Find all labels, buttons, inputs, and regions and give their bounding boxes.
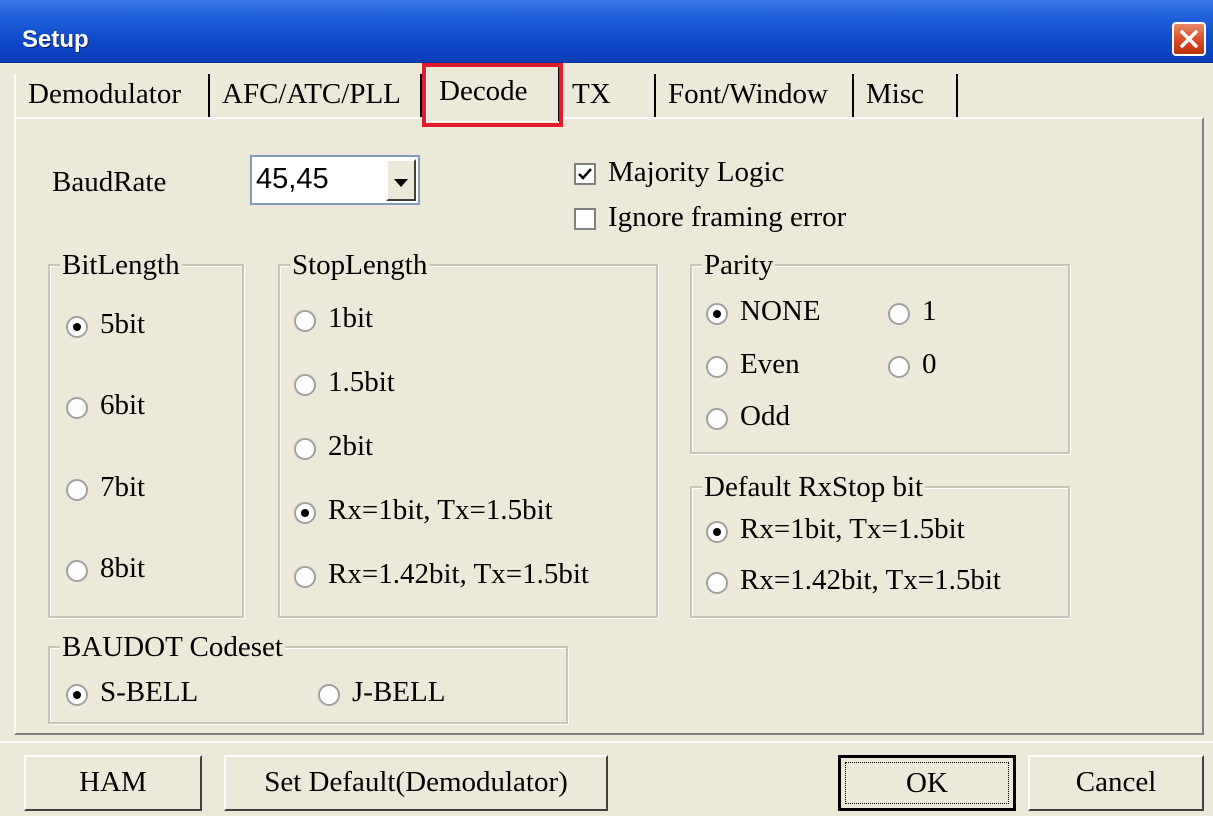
radio-label: Rx=1.42bit, Tx=1.5bit — [740, 564, 1001, 596]
radio-stop-1bit[interactable] — [294, 310, 316, 332]
radio-label: Even — [740, 348, 800, 380]
rxstop-legend: Default RxStop bit — [702, 471, 926, 504]
set-default-button[interactable]: Set Default(Demodulator) — [224, 755, 608, 811]
radio-label: 0 — [922, 348, 937, 380]
radio-parity-odd[interactable] — [706, 408, 728, 430]
radio-label: S-BELL — [100, 676, 199, 708]
baudrate-value: 45,45 — [256, 163, 329, 195]
radio-label: 2bit — [328, 430, 374, 462]
radio-7bit[interactable] — [66, 479, 88, 501]
footer-divider — [0, 741, 1213, 743]
radio-label: J-BELL — [352, 676, 446, 708]
rxstop-group — [690, 486, 1070, 618]
tab-demodulator[interactable]: Demodulator — [14, 74, 210, 118]
close-icon — [1180, 30, 1198, 48]
chevron-down-icon — [394, 179, 408, 187]
radio-label: Rx=1bit, Tx=1.5bit — [328, 494, 553, 526]
radio-label: 1.5bit — [328, 366, 395, 398]
radio-label: NONE — [740, 295, 821, 327]
radio-label: Odd — [740, 400, 790, 432]
tab-label: Demodulator — [28, 78, 182, 110]
tab-label: TX — [572, 78, 611, 110]
radio-rxstop-rx1-42-tx1-5[interactable] — [706, 572, 728, 594]
radio-stop-rx1-tx1-5[interactable] — [294, 502, 316, 524]
check-icon — [578, 168, 592, 180]
close-button[interactable] — [1172, 22, 1206, 56]
radio-parity-none[interactable] — [706, 303, 728, 325]
window-title: Setup — [22, 26, 89, 53]
radio-parity-0[interactable] — [888, 356, 910, 378]
radio-label: 5bit — [100, 308, 146, 340]
baudrate-select[interactable]: 45,45 — [250, 155, 420, 205]
majority-logic-checkbox[interactable] — [574, 163, 596, 185]
radio-s-bell[interactable] — [66, 684, 88, 706]
cancel-button[interactable]: Cancel — [1028, 755, 1204, 811]
tab-font-window[interactable]: Font/Window — [656, 74, 854, 118]
codeset-legend: BAUDOT Codeset — [60, 631, 285, 664]
radio-label: 1bit — [328, 302, 374, 334]
radio-stop-2bit[interactable] — [294, 438, 316, 460]
radio-j-bell[interactable] — [318, 684, 340, 706]
baudrate-label: BaudRate — [52, 166, 167, 198]
tab-strip: Demodulator AFC/ATC/PLL Decode TX Font/W… — [14, 66, 1204, 122]
radio-stop-1-5bit[interactable] — [294, 374, 316, 396]
title-bar: Setup — [0, 0, 1213, 63]
tab-label: AFC/ATC/PLL — [222, 78, 401, 110]
radio-label: 7bit — [100, 471, 146, 503]
ok-button[interactable]: OK — [838, 755, 1016, 811]
stoplength-legend: StopLength — [290, 249, 430, 282]
radio-parity-1[interactable] — [888, 303, 910, 325]
radio-5bit[interactable] — [66, 316, 88, 338]
tab-misc[interactable]: Misc — [854, 74, 958, 118]
focus-rect — [845, 762, 1009, 804]
dropdown-button[interactable] — [386, 159, 416, 201]
tab-label: Misc — [866, 78, 924, 110]
ignore-framing-error-checkbox[interactable] — [574, 208, 596, 230]
tab-label: Font/Window — [668, 78, 828, 110]
radio-label: Rx=1.42bit, Tx=1.5bit — [328, 558, 589, 590]
decode-tab-highlight — [422, 63, 563, 127]
tab-tx[interactable]: TX — [560, 74, 656, 118]
ignore-framing-error-label: Ignore framing error — [608, 201, 847, 233]
radio-label: 1 — [922, 295, 937, 327]
radio-label: Rx=1bit, Tx=1.5bit — [740, 513, 965, 545]
ham-button[interactable]: HAM — [24, 755, 202, 811]
tab-afc-atc-pll[interactable]: AFC/ATC/PLL — [210, 74, 422, 118]
radio-8bit[interactable] — [66, 560, 88, 582]
radio-6bit[interactable] — [66, 397, 88, 419]
radio-rxstop-rx1-tx1-5[interactable] — [706, 521, 728, 543]
radio-label: 6bit — [100, 389, 146, 421]
radio-stop-rx1-42-tx1-5[interactable] — [294, 566, 316, 588]
radio-label: 8bit — [100, 552, 146, 584]
bitlength-legend: BitLength — [60, 249, 182, 282]
radio-parity-even[interactable] — [706, 356, 728, 378]
majority-logic-label: Majority Logic — [608, 156, 785, 188]
parity-legend: Parity — [702, 249, 776, 282]
